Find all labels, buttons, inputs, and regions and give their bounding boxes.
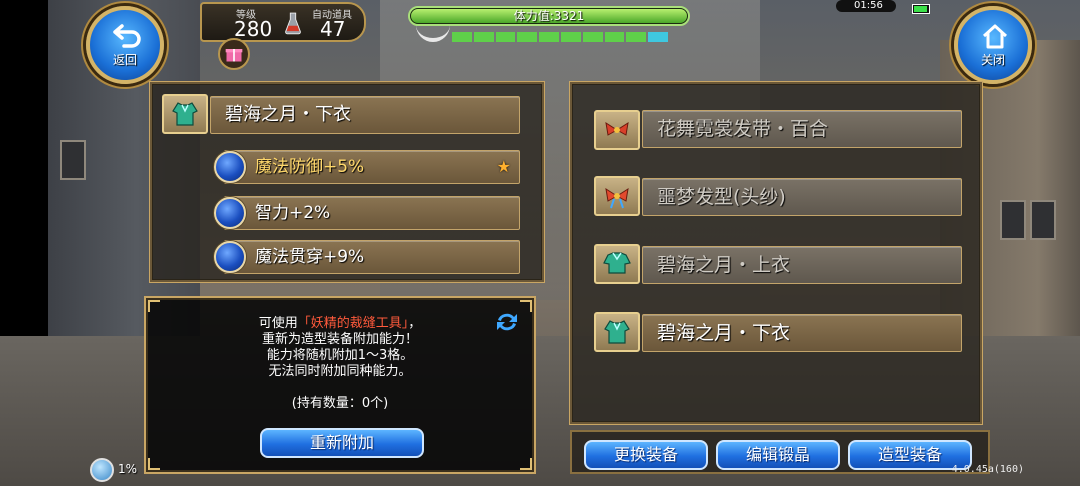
ability-row[interactable]: 魔法防御+5% ★ [224, 150, 520, 184]
ability-orb-icon [214, 197, 246, 229]
equipment-item-label: 碧海之月・上衣 [657, 254, 791, 276]
background-window [1030, 200, 1056, 240]
info-line-1: 可使用「妖精的裁缝工具」， [146, 316, 534, 332]
stamina-text: 体力值:3321 [513, 9, 585, 23]
selected-item-name: 碧海之月・下衣 [225, 104, 351, 125]
equipment-item-label: 碧海之月・下衣 [657, 322, 791, 344]
clock-display: 01:56 [836, 0, 896, 12]
exp-icon [90, 458, 114, 482]
owned-count: (持有数量：0个) [291, 396, 389, 411]
reroll-info-box: 可使用「妖精的裁缝工具」， 重新为造型装备附加能力！ 能力将随机附加1～3格。 … [144, 296, 536, 474]
ability-label: 魔法防御+5% [255, 157, 365, 177]
info-text: 可使用「妖精的裁缝工具」， 重新为造型装备附加能力！ 能力将随机附加1～3格。 … [146, 316, 534, 412]
info-line-3: 能力将随机附加1～3格。 [266, 348, 414, 363]
close-button-label: 关闭 [980, 53, 1005, 67]
exp-percent: 1% [118, 462, 138, 476]
armor-icon [172, 102, 198, 126]
home-icon [982, 24, 1008, 49]
reroll-button[interactable]: 重新附加 [260, 428, 424, 458]
level-value: 280 [234, 17, 273, 41]
version-text: 4.0.45a(160) [951, 464, 1024, 475]
selected-item-name-bar: 碧海之月・下衣 [210, 96, 520, 134]
armor-icon [603, 252, 631, 274]
ability-row[interactable]: 智力+2% [224, 196, 520, 230]
background-window [1000, 200, 1026, 240]
ribbon-icon [605, 121, 629, 136]
refresh-icon[interactable] [494, 310, 520, 334]
change-equipment-button[interactable]: 更换装备 [584, 440, 708, 470]
equipment-item-icon[interactable] [594, 312, 640, 352]
ribbon-icon [605, 187, 629, 209]
info-line-2: 重新为造型装备附加能力！ [261, 332, 418, 347]
selected-item-icon [162, 94, 208, 134]
back-button[interactable]: 返回 [86, 6, 164, 84]
ability-orb-icon [214, 241, 246, 273]
equipment-item-icon[interactable] [594, 176, 640, 216]
equipment-item-label: 花舞霓裳发带・百合 [657, 118, 829, 140]
equipment-item-label: 噩梦发型(头纱) [657, 186, 786, 208]
ability-row[interactable]: 魔法贯穿+9% [224, 240, 520, 274]
armor-icon [604, 320, 630, 344]
ability-label: 魔法贯穿+9% [255, 247, 365, 267]
ability-orb-icon [214, 151, 246, 183]
close-button[interactable]: 关闭 [954, 6, 1032, 84]
frame-corner [520, 458, 532, 470]
frame-corner [148, 458, 160, 470]
equipment-item-icon[interactable] [594, 110, 640, 150]
background-window [60, 140, 86, 180]
info-line-1-prefix: 可使用 [258, 316, 298, 331]
clock-text: 01:56 [854, 0, 883, 11]
auto-potion-value: 47 [320, 17, 346, 41]
level-display: 等级 280 自动道具 47 [200, 2, 366, 42]
flask-icon [285, 12, 301, 35]
fatigue-segments [452, 32, 668, 42]
battery-icon [912, 4, 930, 14]
ability-label: 智力+2% [255, 203, 331, 223]
back-button-label: 返回 [112, 53, 137, 67]
info-line-4: 无法同时附加同种能力。 [268, 364, 412, 379]
edit-crystal-button[interactable]: 编辑锻晶 [716, 440, 840, 470]
equipment-item-icon[interactable] [594, 244, 640, 284]
stamina-bar: 体力值:3321 [408, 6, 690, 26]
equipment-item-row[interactable]: 碧海之月・上衣 [642, 246, 962, 284]
equipment-item-row[interactable]: 花舞霓裳发带・百合 [642, 110, 962, 148]
tool-item-name: 「妖精的裁缝工具」 [297, 316, 409, 331]
info-line-1-suffix: ， [408, 316, 422, 331]
equipment-item-row[interactable]: 噩梦发型(头纱) [642, 178, 962, 216]
frame-corner [148, 300, 160, 312]
star-icon: ★ [496, 157, 511, 176]
equipment-item-row-selected[interactable]: 碧海之月・下衣 [642, 314, 962, 352]
return-arrow-icon [113, 24, 141, 48]
gift-icon[interactable] [218, 38, 250, 70]
frame-corner [520, 300, 532, 312]
